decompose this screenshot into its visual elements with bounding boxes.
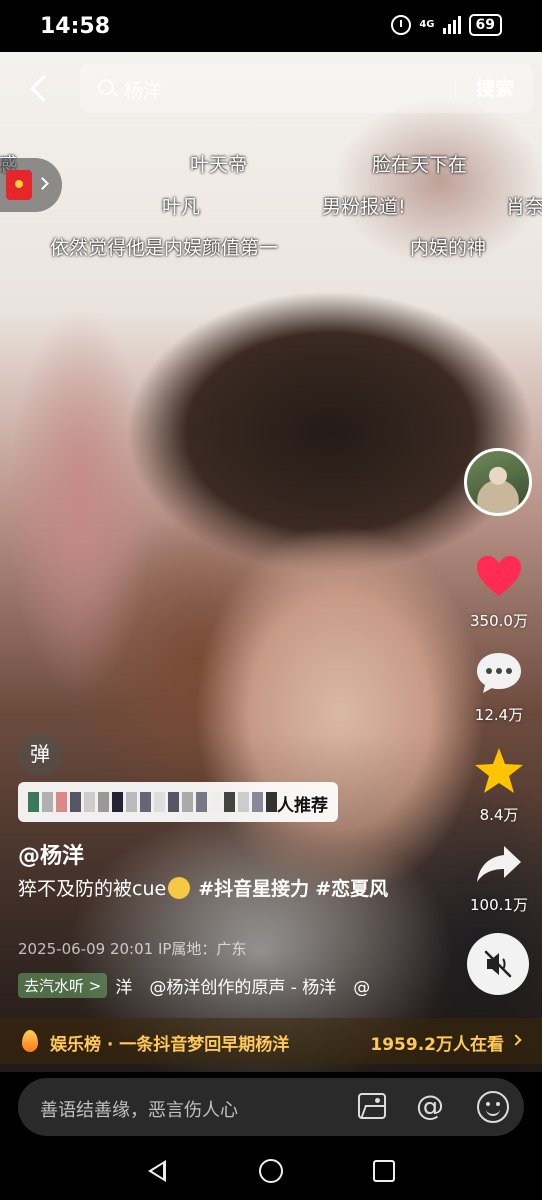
author-name[interactable]: @杨洋: [18, 838, 84, 870]
blurred-avatars: [28, 792, 277, 812]
status-bar: 14:58 4G 69: [0, 0, 542, 52]
comment-bar: 善语结善缘，恶言伤人心 @: [0, 1072, 542, 1142]
post-caption: 猝不及防的被cue #抖音星接力 #恋夏风: [18, 875, 418, 903]
nav-recents-icon[interactable]: [373, 1160, 395, 1182]
hashtag[interactable]: #恋夏风: [315, 878, 388, 900]
search-divider: [455, 76, 456, 100]
hot-list-title: 娱乐榜 · 一条抖音梦回早期杨洋: [50, 1035, 290, 1055]
star-icon: [475, 748, 523, 793]
flushed-face-emoji-icon: [168, 877, 191, 899]
speaker-muted-icon: [484, 950, 512, 978]
at-mention-icon[interactable]: @: [416, 1091, 444, 1121]
red-packet-button[interactable]: [0, 158, 62, 212]
share-arrow-icon: [477, 846, 521, 882]
network-label: 4G: [419, 19, 435, 30]
post-date: 2025-06-09 20:01: [18, 940, 154, 958]
music-row[interactable]: 去汽水听 > 洋 @杨洋创作的原声 - 杨洋 @: [18, 971, 438, 999]
qishui-listen-chip[interactable]: 去汽水听 >: [18, 972, 108, 998]
music-marquee[interactable]: 洋 @杨洋创作的原声 - 杨洋 @: [115, 973, 370, 998]
search-icon: [98, 79, 114, 95]
caption-text: 猝不及防的被cue: [18, 878, 167, 900]
comment-icon: [477, 653, 521, 693]
danmaku-toggle-button[interactable]: 弹: [18, 732, 62, 776]
post-meta: 2025-06-09 20:01 IP属地：广东: [18, 938, 246, 959]
share-count: 100.1万: [470, 896, 528, 914]
danmaku-comment: 男粉报道!: [322, 196, 406, 218]
status-icons: 4G 69: [391, 14, 502, 36]
comment-placeholder: 善语结善缘，恶言伤人心: [40, 1100, 238, 1121]
favorite-count: 8.4万: [479, 806, 519, 824]
danmaku-comment: 叶凡: [162, 196, 201, 218]
chevron-right-icon: [36, 177, 49, 190]
recommend-label: 人推荐: [277, 796, 328, 816]
fire-icon: [22, 1030, 38, 1052]
danmaku-comment: 肖奈: [506, 196, 542, 218]
author-avatar[interactable]: [464, 448, 532, 516]
friend-recommend-card[interactable]: 人推荐: [18, 782, 338, 822]
red-envelope-icon: [6, 170, 32, 200]
search-input[interactable]: 杨洋: [124, 76, 162, 103]
comment-count: 12.4万: [474, 706, 524, 724]
hashtag[interactable]: #抖音星接力: [198, 878, 309, 900]
danmaku-comment: 内娱的神: [410, 237, 487, 259]
hot-list-banner[interactable]: 娱乐榜 · 一条抖音梦回早期杨洋 1959.2万人在看: [0, 1018, 542, 1064]
share-button[interactable]: 100.1万: [460, 842, 538, 915]
comment-input[interactable]: 善语结善缘，恶言伤人心 @: [18, 1078, 524, 1136]
like-button[interactable]: 350.0万: [460, 552, 538, 631]
chevron-right-icon: [510, 1034, 522, 1046]
emoji-icon[interactable]: [477, 1091, 509, 1123]
favorite-button[interactable]: 8.4万: [460, 746, 538, 825]
signal-icon: [442, 16, 461, 34]
like-count: 350.0万: [470, 612, 528, 630]
danmaku-comment: 脸在天下在: [372, 154, 468, 176]
nav-home-icon[interactable]: [259, 1159, 283, 1183]
post-ip-location: IP属地：广东: [157, 940, 247, 958]
danmaku-comment: 叶天帝: [190, 154, 248, 176]
mute-button[interactable]: [467, 933, 529, 995]
hot-list-viewers: 1959.2万人在看: [370, 1035, 504, 1055]
alarm-icon: [391, 15, 412, 35]
system-nav-bar: [0, 1142, 542, 1200]
image-icon[interactable]: [358, 1093, 386, 1119]
status-time: 14:58: [40, 14, 111, 39]
comment-button[interactable]: 12.4万: [460, 650, 538, 725]
search-button[interactable]: 搜索: [465, 74, 525, 101]
danmaku-comment: 依然觉得他是内娱颜值第一: [50, 237, 279, 259]
nav-back-icon[interactable]: [148, 1160, 166, 1182]
heart-icon: [477, 556, 521, 596]
back-button[interactable]: [22, 70, 58, 106]
battery-indicator: 69: [468, 14, 502, 36]
search-box[interactable]: 杨洋 搜索: [80, 63, 533, 113]
